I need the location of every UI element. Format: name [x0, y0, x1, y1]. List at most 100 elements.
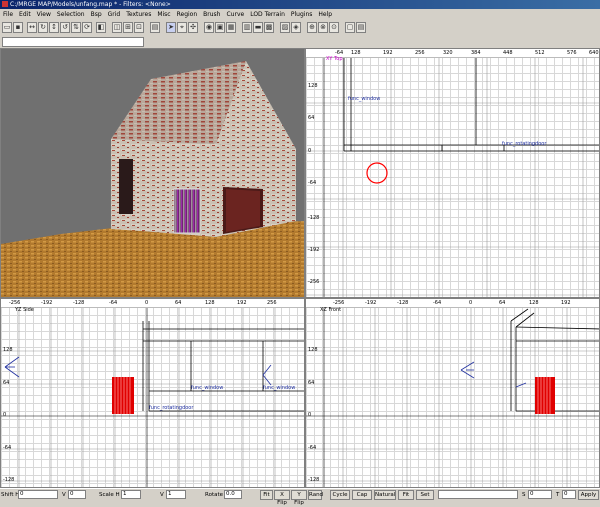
- cap-button[interactable]: Cap: [352, 490, 372, 500]
- patch-bend-icon[interactable]: ▬: [253, 22, 263, 33]
- rotate-z-icon[interactable]: ⟳: [82, 22, 92, 33]
- menu-bsp[interactable]: Bsp: [88, 9, 105, 20]
- yz-ytick: 0: [3, 412, 7, 418]
- xz-ytick: 0: [308, 412, 312, 418]
- patch-insert-icon[interactable]: ▩: [264, 22, 274, 33]
- entity-label-func-rotatingdoor: func_rotatingdoor: [149, 405, 194, 411]
- xz-xtick: -64: [433, 300, 442, 306]
- menu-textures[interactable]: Textures: [123, 9, 154, 20]
- xy-major-grid: [306, 49, 599, 297]
- xz-xtick: -128: [397, 300, 409, 306]
- menu-file[interactable]: File: [0, 9, 16, 20]
- show-bsp-icon[interactable]: ▤: [356, 22, 366, 33]
- select-touching-icon[interactable]: ⊞: [123, 22, 133, 33]
- xy-top-viewport[interactable]: -64 128 192 256 320 384 448 512 576 640 …: [305, 48, 600, 298]
- xy-xtick: 448: [503, 50, 513, 56]
- camera-marker: [366, 162, 388, 184]
- camera-scene: [1, 49, 304, 297]
- xz-xtick: -192: [365, 300, 377, 306]
- select-inside-icon[interactable]: ⊡: [134, 22, 144, 33]
- xz-major-grid: [306, 299, 599, 487]
- camera-viewport[interactable]: [0, 48, 305, 298]
- entity-label-func-window: func_window: [348, 96, 381, 102]
- menu-misc[interactable]: Misc: [154, 9, 173, 20]
- s-field[interactable]: 0: [528, 490, 552, 499]
- menu-edit[interactable]: Edit: [16, 9, 34, 20]
- menu-plugins[interactable]: Plugins: [288, 9, 316, 20]
- shift-v-field[interactable]: 0: [68, 490, 86, 499]
- title-bar: C:/MRGE MAP/Models/unfang.map * - Filter…: [0, 0, 600, 9]
- rand-button[interactable]: Rand: [308, 490, 323, 500]
- entity-label-func-window: func_window: [263, 385, 296, 391]
- flip-z-icon[interactable]: ⇅: [71, 22, 81, 33]
- yflip-button[interactable]: Y Flip: [291, 490, 307, 506]
- xy-ytick: 0: [308, 148, 312, 154]
- xz-top-ruler: -256 -192 -128 -64 0 64 128 192: [306, 299, 599, 308]
- yz-viewport-label: YZ Side: [15, 307, 34, 313]
- flip-x-icon[interactable]: ↔: [27, 22, 37, 33]
- apply-button[interactable]: Apply: [578, 490, 599, 500]
- menu-brush[interactable]: Brush: [200, 9, 223, 20]
- xy-ytick: 128: [308, 83, 318, 89]
- flip-y-icon[interactable]: ↕: [49, 22, 59, 33]
- rotate-label: Rotate: [205, 492, 224, 498]
- yz-xtick: 192: [237, 300, 247, 306]
- menu-grid[interactable]: Grid: [105, 9, 124, 20]
- xy-xtick: 512: [535, 50, 545, 56]
- menu-curve[interactable]: Curve: [223, 9, 247, 20]
- camera-icon[interactable]: ◈: [291, 22, 301, 33]
- menu-selection[interactable]: Selection: [54, 9, 88, 20]
- csg-subtract-icon[interactable]: ◧: [96, 22, 106, 33]
- shift-h-field[interactable]: 0: [18, 490, 58, 499]
- rotate-x-icon[interactable]: ↻: [38, 22, 48, 33]
- rotate-y-icon[interactable]: ↺: [60, 22, 70, 33]
- fit-button[interactable]: Fit: [260, 490, 273, 500]
- scale-v-label: V: [160, 492, 164, 498]
- xy-xtick: 384: [471, 50, 481, 56]
- s-label: S: [522, 492, 526, 498]
- redisperse-icon[interactable]: ⊕: [307, 22, 317, 33]
- menu-lod-terrain[interactable]: LOD Terrain: [247, 9, 288, 20]
- entity-label-func-rotatingdoor: func_rotatingdoor: [502, 141, 547, 147]
- menu-help[interactable]: Help: [315, 9, 335, 20]
- yz-side-viewport[interactable]: -256 -192 -128 -64 0 64 128 192 256 128 …: [0, 298, 305, 488]
- xz-viewport-label: XZ Front: [320, 307, 342, 313]
- drag-vertices-icon[interactable]: ✣: [188, 22, 198, 33]
- yz-ytick: 64: [3, 380, 10, 386]
- command-input[interactable]: [2, 37, 144, 47]
- xy-ytick: -256: [308, 279, 320, 285]
- toolbar: ▭ ▪ ↔ ↻ ↕ ↺ ⇅ ⟳ ◧ ◫ ⊞ ⊡ ▤ ➤ ⌖ ✣ ◉ ▣ ▦ ▥ …: [0, 20, 600, 37]
- xz-front-viewport[interactable]: -256 -192 -128 -64 0 64 128 192 128 64 0…: [305, 298, 600, 488]
- xz-xtick: 192: [561, 300, 571, 306]
- drag-edges-icon[interactable]: ⌖: [177, 22, 187, 33]
- cubic-clip-icon[interactable]: ▣: [215, 22, 225, 33]
- xy-xtick: 128: [351, 50, 361, 56]
- scale-v-field[interactable]: 1: [166, 490, 186, 499]
- t-label: T: [556, 492, 560, 498]
- fit-patch-button[interactable]: Fit: [398, 490, 414, 500]
- menu-view[interactable]: View: [34, 9, 54, 20]
- patch-icon[interactable]: ▥: [242, 22, 252, 33]
- patch-slider[interactable]: [438, 490, 518, 499]
- t-field[interactable]: 0: [562, 490, 576, 499]
- change-view-icon[interactable]: ▤: [150, 22, 160, 33]
- texture-view-icon[interactable]: ▨: [280, 22, 290, 33]
- show-entities-icon[interactable]: ◉: [204, 22, 214, 33]
- select-cursor-icon[interactable]: ➤: [166, 22, 176, 33]
- brush-icon[interactable]: ▢: [345, 22, 355, 33]
- yz-xtick: 256: [267, 300, 277, 306]
- clipper-icon[interactable]: ◫: [112, 22, 122, 33]
- xflip-button[interactable]: X Flip: [274, 490, 290, 506]
- save-icon[interactable]: ▪: [13, 22, 23, 33]
- natural-button[interactable]: Natural: [374, 490, 396, 500]
- texture-lock-icon[interactable]: ▦: [226, 22, 236, 33]
- set-button[interactable]: Set: [416, 490, 434, 500]
- patch-tool-icon[interactable]: ⊙: [329, 22, 339, 33]
- open-file-icon[interactable]: ▭: [2, 22, 12, 33]
- rotate-field[interactable]: 0.0: [224, 490, 242, 499]
- menu-region[interactable]: Region: [174, 9, 201, 20]
- xy-xtick: 640: [589, 50, 599, 56]
- scale-h-field[interactable]: 1: [121, 490, 141, 499]
- cycle-button[interactable]: Cycle: [330, 490, 350, 500]
- weld-icon[interactable]: ⊗: [318, 22, 328, 33]
